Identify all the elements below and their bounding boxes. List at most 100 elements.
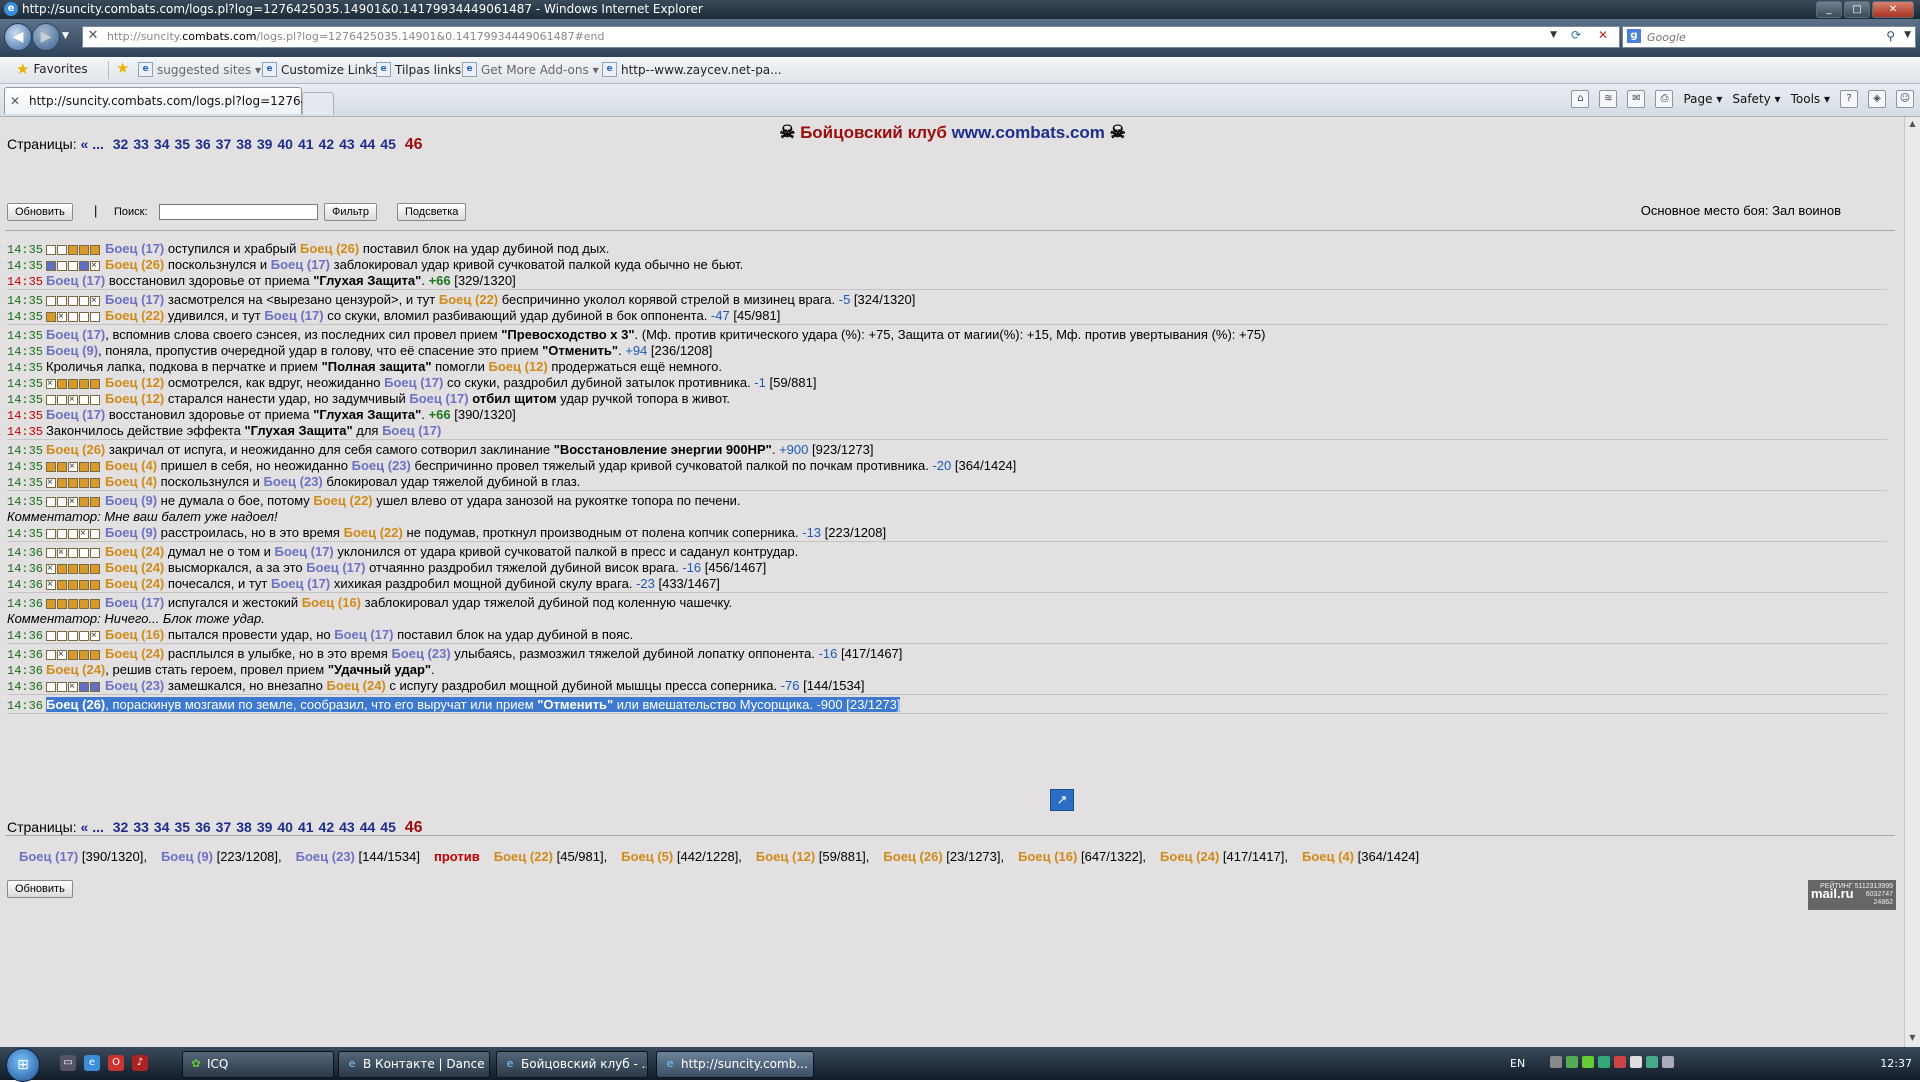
page-link[interactable]: 33 <box>133 136 149 152</box>
fighter-name[interactable]: Боец (12) <box>488 359 547 374</box>
start-button[interactable]: ⊞ <box>6 1048 40 1082</box>
fighter-name[interactable]: Боец (12) <box>105 391 164 406</box>
page-link[interactable]: 45 <box>380 136 396 152</box>
fighter-name[interactable]: Боец (4) <box>105 458 157 473</box>
back-button[interactable]: ◀ <box>4 23 32 51</box>
filter-button[interactable]: Фильтр <box>324 203 377 221</box>
tray-icq-icon[interactable] <box>1582 1056 1594 1068</box>
fighter-name[interactable]: Боец (24) <box>105 646 164 661</box>
page-link[interactable]: 43 <box>339 819 355 835</box>
page-link[interactable]: 39 <box>257 819 273 835</box>
vertical-scrollbar[interactable]: ▲ ▼ <box>1904 117 1920 1047</box>
fighter-name[interactable]: Боец (17) <box>46 327 105 342</box>
page-link[interactable]: 42 <box>319 819 335 835</box>
page-link[interactable]: 33 <box>133 819 149 835</box>
search-input[interactable] <box>1645 28 1869 46</box>
forward-button[interactable]: ▶ <box>32 23 60 51</box>
fighter-name[interactable]: Боец (26) <box>46 442 105 457</box>
fighter-name[interactable]: Боец (17) <box>105 595 164 610</box>
fighter-name[interactable]: Боец (24) <box>105 560 164 575</box>
search-options-icon[interactable]: ▼ <box>1904 30 1911 40</box>
page-link[interactable]: 32 <box>113 819 129 835</box>
fighter-name[interactable]: Боец (24) <box>105 576 164 591</box>
fighter-name[interactable]: Боец (26) <box>883 849 942 864</box>
tray-volume-icon[interactable] <box>1662 1056 1674 1068</box>
ie-icon[interactable]: e <box>84 1055 100 1071</box>
fighter-name[interactable]: Боец (17) <box>306 560 365 575</box>
fighter-name[interactable]: Боец (17) <box>271 257 330 272</box>
fighter-name[interactable]: Боец (17) <box>19 849 78 864</box>
page-link[interactable]: 37 <box>216 136 232 152</box>
fighter-name[interactable]: Боец (22) <box>439 292 498 307</box>
fighter-name[interactable]: Боец (17) <box>334 627 393 642</box>
close-window-button[interactable]: ✕ <box>1872 1 1914 18</box>
page-link[interactable]: 35 <box>175 136 191 152</box>
fighter-name[interactable]: Боец (17) <box>384 375 443 390</box>
print-icon[interactable]: ⎙ <box>1655 90 1674 108</box>
fighter-name[interactable]: Боец (23) <box>391 646 450 661</box>
feeds-icon[interactable]: ≋ <box>1599 90 1618 108</box>
fighter-name[interactable]: Боец (9) <box>46 343 98 358</box>
new-tab-button[interactable] <box>302 92 334 115</box>
help-icon[interactable]: ? <box>1840 90 1858 108</box>
page-link[interactable]: 41 <box>298 136 314 152</box>
tray-app-icon[interactable] <box>1614 1056 1626 1068</box>
tools-menu[interactable]: Tools ▾ <box>1791 92 1830 106</box>
safety-menu[interactable]: Safety ▾ <box>1732 92 1780 106</box>
fighter-name[interactable]: Боец (22) <box>105 308 164 323</box>
fighter-name[interactable]: Боец (4) <box>1302 849 1354 864</box>
page-link[interactable]: 38 <box>236 819 252 835</box>
language-indicator[interactable]: EN <box>1510 1057 1525 1070</box>
fighter-name[interactable]: Боец (12) <box>756 849 815 864</box>
fighter-name[interactable]: Боец (9) <box>161 849 213 864</box>
fighter-name[interactable]: Боец (16) <box>302 595 361 610</box>
minimize-button[interactable]: _ <box>1816 1 1842 18</box>
fighter-name[interactable]: Боец (22) <box>344 525 403 540</box>
search-icon[interactable]: ⚲ <box>1886 29 1895 43</box>
fighter-name[interactable]: Боец (17) <box>105 292 164 307</box>
taskbar-suncity[interactable]: e http://suncity.comb... <box>656 1051 814 1078</box>
fav-suggested-sites[interactable]: e suggested sites ▾ <box>138 62 261 77</box>
page-link[interactable]: 40 <box>277 819 293 835</box>
fighter-name[interactable]: Боец (23) <box>105 678 164 693</box>
messenger-icon[interactable]: ☺ <box>1896 90 1914 108</box>
page-link[interactable]: 44 <box>360 136 376 152</box>
fighter-name[interactable]: Боец (17) <box>382 423 441 438</box>
tray-app-icon[interactable] <box>1630 1056 1642 1068</box>
fav-get-more-addons[interactable]: e Get More Add-ons ▾ <box>462 62 599 77</box>
page-link[interactable]: 44 <box>360 819 376 835</box>
address-input[interactable]: ✕ http://suncity.combats.com/logs.pl?log… <box>82 26 1620 48</box>
taskbar-icq[interactable]: ✿ ICQ <box>182 1051 334 1078</box>
fighter-name[interactable]: Боец (17) <box>105 241 164 256</box>
fighter-name[interactable]: Боец (5) <box>621 849 673 864</box>
fighter-name[interactable]: Боец (16) <box>1018 849 1077 864</box>
refresh-button-bottom[interactable]: Обновить <box>7 880 73 898</box>
app-icon[interactable]: ♪ <box>132 1055 148 1071</box>
page-link[interactable]: 34 <box>154 819 170 835</box>
fighter-name[interactable]: Боец (23) <box>352 458 411 473</box>
add-favorite-icon[interactable]: ★ <box>116 61 129 76</box>
fighter-name[interactable]: Боец (24) <box>105 544 164 559</box>
page-link[interactable]: 43 <box>339 136 355 152</box>
page-link[interactable]: 32 <box>113 136 129 152</box>
fighter-name[interactable]: Боец (17) <box>275 544 334 559</box>
mailru-counter[interactable]: РЕЙТИНГ 5112313999 6032747 24862 mail.ru <box>1808 880 1896 910</box>
fighter-name[interactable]: Боец (16) <box>105 627 164 642</box>
search-box[interactable]: g ⚲ ▼ <box>1622 26 1916 48</box>
fighter-name[interactable]: Боец (23) <box>296 849 355 864</box>
page-menu[interactable]: Page ▾ <box>1683 92 1722 106</box>
tray-app-icon[interactable] <box>1566 1056 1578 1068</box>
page-link[interactable]: 40 <box>277 136 293 152</box>
favorites-button[interactable]: ★ Favorites <box>16 61 88 76</box>
maximize-button[interactable]: □ <box>1844 1 1870 18</box>
fighter-name[interactable]: Боец (9) <box>105 493 157 508</box>
fighter-name[interactable]: Боец (24) <box>327 678 386 693</box>
page-prev-link[interactable]: « ... <box>81 136 104 152</box>
fighter-name[interactable]: Боец (26) <box>105 257 164 272</box>
page-link[interactable]: 36 <box>195 819 211 835</box>
page-link[interactable]: 42 <box>319 136 335 152</box>
fighter-name[interactable]: Боец (22) <box>313 493 372 508</box>
fav-zaycev[interactable]: e http--www.zaycev.net-pa... <box>602 62 782 77</box>
home-icon[interactable]: ⌂ <box>1571 90 1590 108</box>
show-desktop-icon[interactable]: ▭ <box>60 1055 76 1071</box>
